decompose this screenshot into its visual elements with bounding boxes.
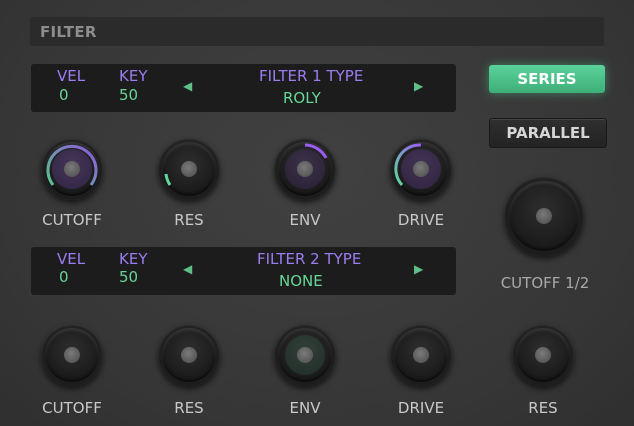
- filter2-panel: VEL 0 KEY 50 ◀ FILTER 2 TYPE NONE ▶: [31, 247, 456, 295]
- filter1-drive-knob[interactable]: [390, 138, 452, 200]
- filter2-key-value[interactable]: 50: [119, 268, 138, 286]
- filter2-res-knob[interactable]: [158, 324, 220, 386]
- filter1-res-knob[interactable]: [158, 138, 220, 200]
- filter2-prev-type-arrow-icon[interactable]: ◀: [183, 262, 192, 276]
- filter1-env-label: ENV: [289, 211, 321, 229]
- filter2-res-label: RES: [174, 399, 204, 417]
- filter1-drive-label: DRIVE: [397, 211, 445, 229]
- filter1-res-label: RES: [174, 211, 204, 229]
- filter2-next-type-arrow-icon[interactable]: ▶: [414, 262, 423, 276]
- filter2-cutoff-label: CUTOFF: [42, 399, 102, 417]
- filter2-env-label: ENV: [289, 399, 321, 417]
- filter2-type-value[interactable]: NONE: [279, 272, 323, 290]
- filter1-type-value[interactable]: ROLY: [283, 89, 321, 107]
- cutoff-mix-label: CUTOFF 1/2: [500, 274, 590, 292]
- filter1-key-label: KEY: [119, 67, 148, 85]
- filter2-vel-value[interactable]: 0: [59, 268, 69, 286]
- filter1-vel-value[interactable]: 0: [59, 86, 69, 104]
- filter2-cutoff-knob[interactable]: [41, 324, 103, 386]
- filter1-panel: VEL 0 KEY 50 ◀ FILTER 1 TYPE ROLY ▶: [31, 64, 456, 112]
- section-title: FILTER: [40, 23, 97, 41]
- filter2-env-knob[interactable]: [274, 324, 336, 386]
- filter1-next-type-arrow-icon[interactable]: ▶: [414, 79, 423, 93]
- filter1-cutoff-knob[interactable]: [41, 138, 103, 200]
- filter1-key-value[interactable]: 50: [119, 86, 138, 104]
- parallel-button[interactable]: PARALLEL: [489, 118, 607, 148]
- filter2-drive-label: DRIVE: [397, 399, 445, 417]
- filter2-res2-label: RES: [528, 399, 558, 417]
- filter2-vel-label: VEL: [57, 250, 86, 268]
- filter1-prev-type-arrow-icon[interactable]: ◀: [183, 79, 192, 93]
- filter2-res2-knob[interactable]: [512, 324, 574, 386]
- filter1-env-knob[interactable]: [274, 138, 336, 200]
- filter1-type-label: FILTER 1 TYPE: [259, 67, 364, 85]
- filter1-vel-label: VEL: [57, 67, 86, 85]
- filter2-drive-knob[interactable]: [390, 324, 452, 386]
- filter-section-header: FILTER: [30, 17, 604, 46]
- cutoff-mix-knob[interactable]: [504, 176, 584, 256]
- filter2-key-label: KEY: [119, 250, 148, 268]
- filter2-type-label: FILTER 2 TYPE: [257, 250, 362, 268]
- filter1-cutoff-label: CUTOFF: [42, 211, 102, 229]
- series-button[interactable]: SERIES: [489, 65, 605, 93]
